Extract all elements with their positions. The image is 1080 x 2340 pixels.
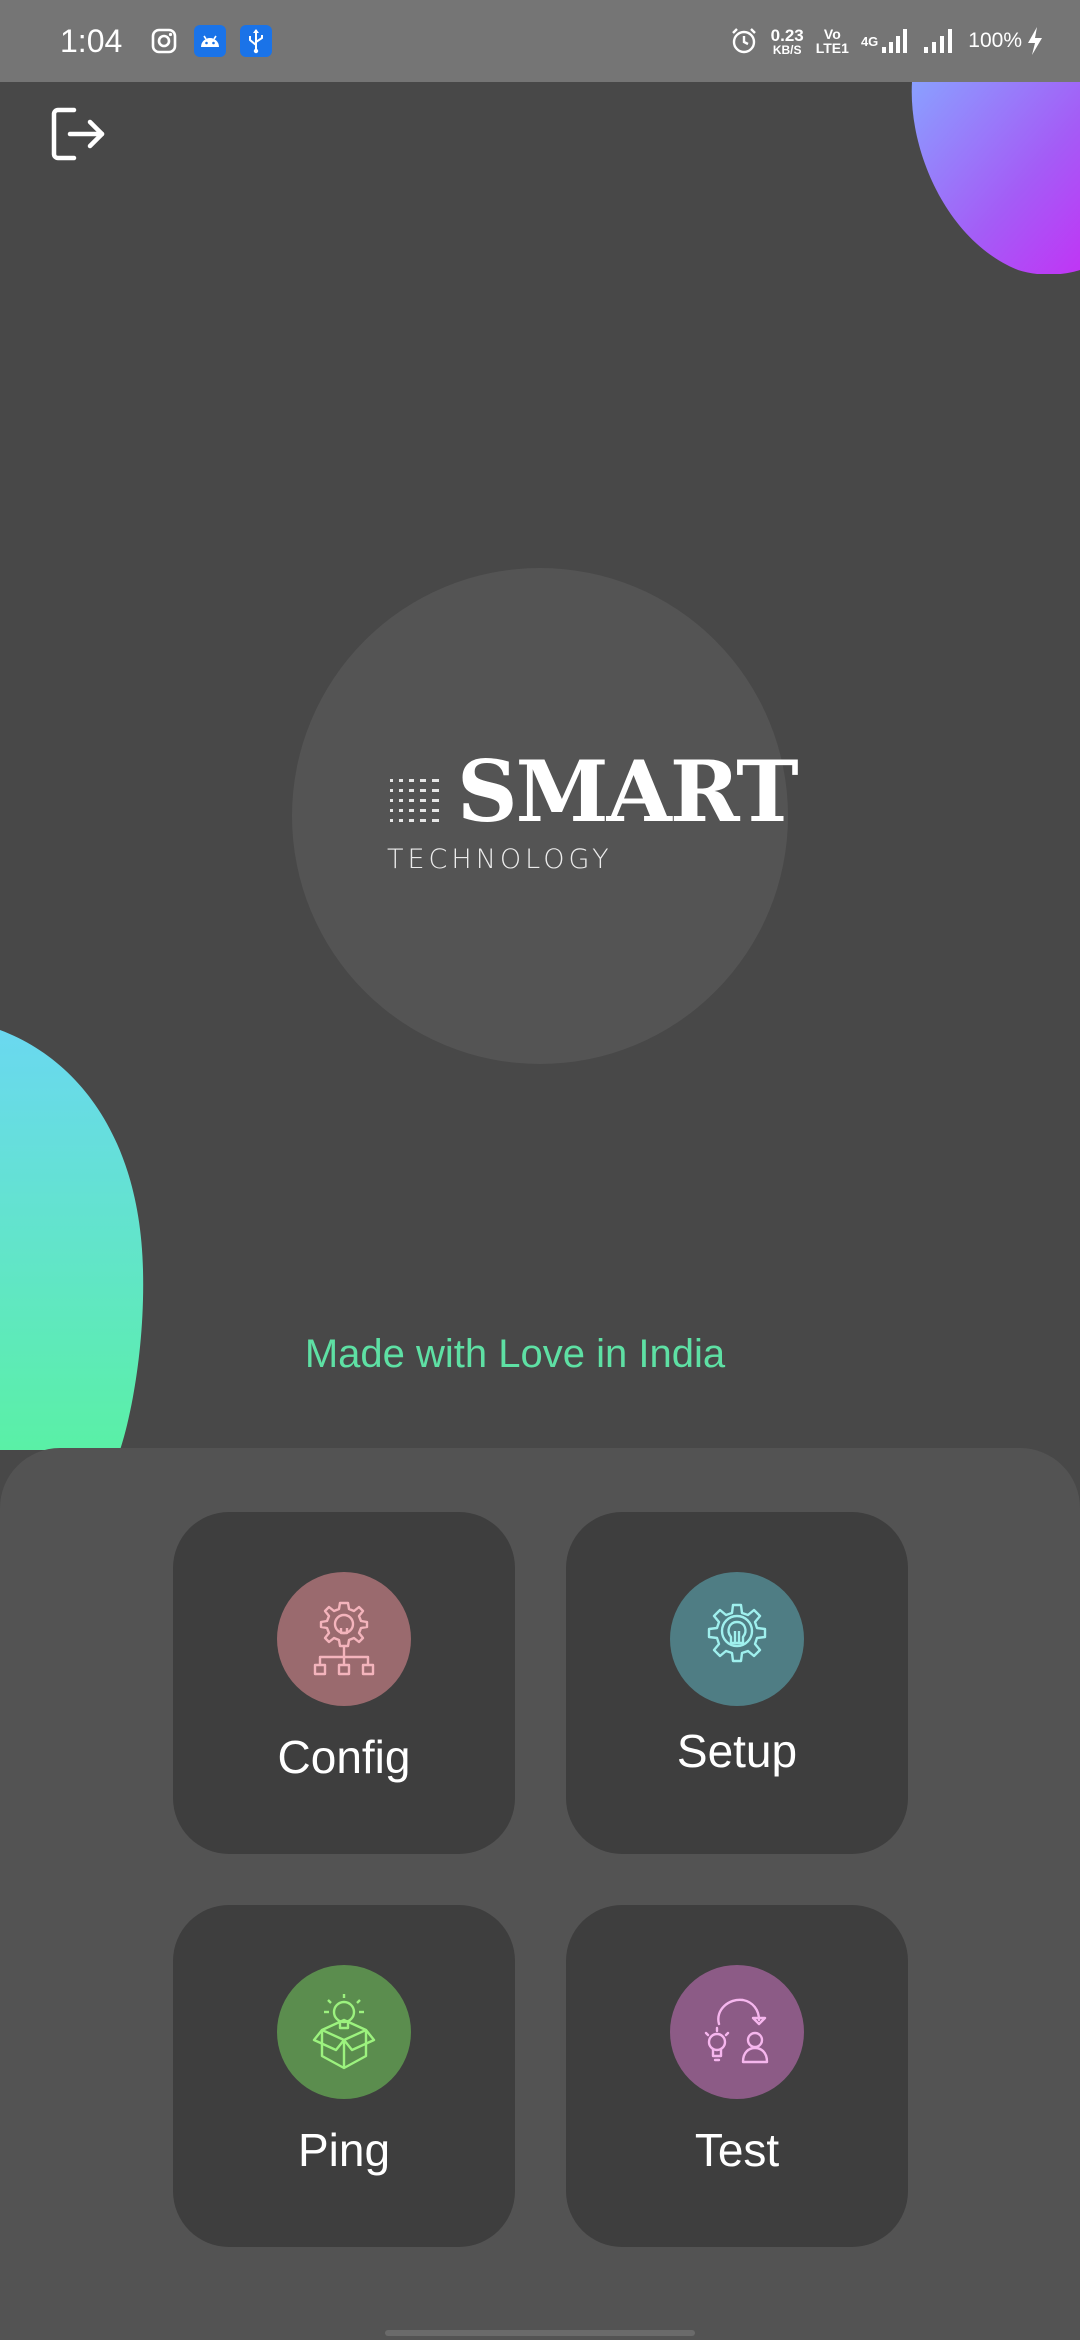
instagram-icon <box>148 25 180 57</box>
usb-icon <box>240 25 273 57</box>
status-bar-right: 0.23 KB/S Vo LTE1 4G 100% <box>717 26 1044 56</box>
home-indicator[interactable] <box>385 2330 695 2336</box>
status-time: 1:04 <box>60 22 123 59</box>
idea-person-icon <box>670 1965 804 2099</box>
test-label: Test <box>694 2124 780 2176</box>
test-card[interactable]: Test <box>566 1905 908 2247</box>
net-speed-unit: KB/S <box>772 42 802 57</box>
ping-label: Ping <box>297 2124 391 2176</box>
status-bar: 1:04 0.23 KB/S Vo LTE1 4G 100% <box>0 0 1080 82</box>
config-card[interactable]: Config <box>173 1512 515 1854</box>
net-speed-value: 0.23 <box>770 25 804 45</box>
alarm-icon <box>729 26 759 56</box>
logout-button[interactable] <box>48 104 108 164</box>
signal-icon: 4G <box>861 27 910 55</box>
setup-card[interactable]: Setup <box>566 1512 908 1854</box>
android-icon <box>194 25 227 57</box>
bulb-box-icon <box>277 1965 411 2099</box>
volte-bottom: LTE1 <box>815 40 849 56</box>
logo-dots-icon <box>390 779 439 822</box>
logo-brand-text: SMART <box>457 742 799 841</box>
network-bulb-icon <box>277 1572 411 1706</box>
volte-top: Vo <box>823 26 841 42</box>
logo-subtitle-text: TECHNOLOGY <box>387 844 613 875</box>
ping-card[interactable]: Ping <box>173 1905 515 2247</box>
status-bar-left: 1:04 <box>60 23 286 60</box>
logout-icon <box>51 107 105 161</box>
volte-indicator: Vo LTE1 <box>816 27 849 55</box>
setup-label: Setup <box>676 1725 798 1777</box>
charging-icon <box>1026 26 1044 56</box>
smart-technology-logo: SMART TECHNOLOGY <box>385 742 799 882</box>
gear-bulb-icon <box>670 1572 804 1706</box>
network-type: 4G <box>860 33 879 49</box>
action-panel <box>0 1448 1080 2340</box>
net-speed: 0.23 KB/S <box>771 27 804 56</box>
signal-icon <box>922 27 956 55</box>
config-label: Config <box>277 1731 411 1783</box>
decorative-blob-left <box>0 1030 150 1450</box>
battery-level: 100% <box>968 29 1022 52</box>
decorative-blob-top <box>908 82 1080 274</box>
tagline: Made with Love in India <box>304 1332 726 1376</box>
